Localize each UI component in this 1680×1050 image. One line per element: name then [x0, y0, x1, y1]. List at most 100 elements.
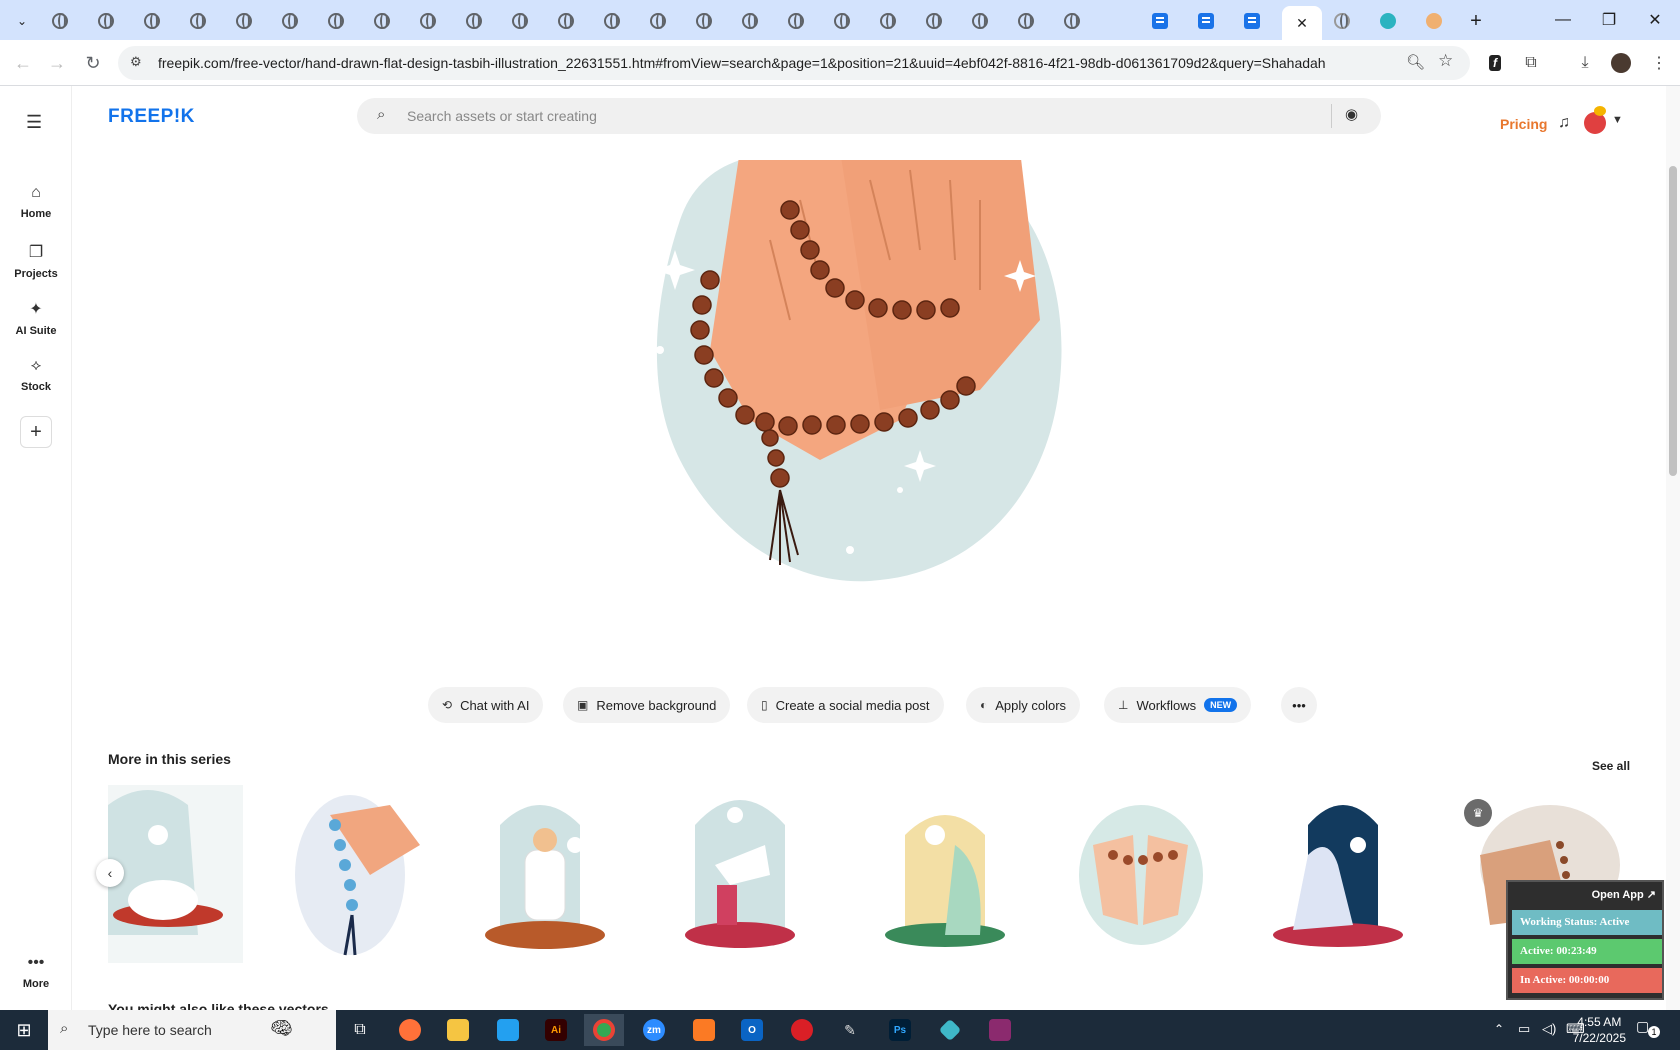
freepik-logo[interactable]: FREEP!K [108, 106, 195, 128]
forward-button[interactable]: → [42, 48, 72, 78]
winrar-icon[interactable] [980, 1014, 1020, 1046]
series-thumbnail[interactable] [1268, 785, 1403, 963]
start-button[interactable]: ⊞ [0, 1010, 48, 1050]
zoom-app-icon[interactable]: zm [634, 1014, 674, 1046]
carousel-prev-button[interactable]: ‹ [96, 859, 124, 887]
chat-with-ai-button[interactable]: ⟲ Chat with AI [428, 687, 544, 723]
tab[interactable] [176, 6, 220, 36]
tab[interactable] [1138, 6, 1182, 36]
file-explorer-icon[interactable] [438, 1014, 478, 1046]
firefox-icon[interactable] [390, 1014, 430, 1046]
outlook-icon[interactable]: O [732, 1014, 772, 1046]
search-input[interactable] [407, 98, 1307, 134]
download-icon[interactable]: ⤓ [1570, 48, 1600, 78]
bell-icon[interactable]: ♫ [1558, 114, 1570, 132]
tab[interactable] [682, 6, 726, 36]
xampp-icon[interactable] [684, 1014, 724, 1046]
scroll-thumb[interactable] [1669, 166, 1677, 476]
apply-colors-button[interactable]: ◐ Apply colors [966, 687, 1081, 723]
workflows-button[interactable]: ⊥ Workflows NEW [1104, 687, 1252, 723]
tab[interactable] [774, 6, 818, 36]
photoshop-icon[interactable]: Ps [880, 1014, 920, 1046]
sidebar-item-projects[interactable]: ❐ Projects [0, 242, 72, 280]
user-avatar[interactable] [1584, 106, 1606, 134]
browser-menu-icon[interactable]: ⋮ [1644, 48, 1674, 78]
sidebar-item-more[interactable]: ••• More [0, 954, 72, 990]
address-bar[interactable]: ⚙ freepik.com/free-vector/hand-drawn-fla… [118, 46, 1470, 80]
tab[interactable] [1004, 6, 1048, 36]
tab[interactable] [1050, 6, 1094, 36]
tab[interactable] [636, 6, 680, 36]
sidebar-item-ai-suite[interactable]: ✦ AI Suite [0, 299, 72, 337]
close-window-button[interactable]: ✕ [1632, 0, 1678, 40]
open-app-link[interactable]: Open App ↗ [1592, 888, 1656, 901]
tab[interactable] [38, 6, 82, 36]
tab[interactable] [590, 6, 634, 36]
series-thumbnail[interactable] [875, 785, 1010, 963]
maximize-button[interactable]: ❐ [1586, 0, 1632, 40]
tab[interactable] [406, 6, 450, 36]
tab[interactable] [728, 6, 772, 36]
tab[interactable] [268, 6, 312, 36]
remove-background-button[interactable]: ▣ Remove background [563, 687, 731, 723]
see-all-link[interactable]: See all [1592, 759, 1630, 773]
tab[interactable] [866, 6, 910, 36]
series-thumbnail[interactable] [675, 785, 810, 963]
series-thumbnail[interactable] [480, 785, 615, 963]
create-social-post-button[interactable]: ▯ Create a social media post [747, 687, 944, 723]
vscode-icon[interactable] [488, 1014, 528, 1046]
zoom-icon[interactable]: 🔍︎ [1406, 53, 1425, 71]
sidebar-item-stock[interactable]: ⟡ Stock [0, 357, 72, 393]
font-extension-icon[interactable]: f [1480, 48, 1510, 78]
notification-icon[interactable]: ▢ 1 [1636, 1018, 1660, 1040]
tab[interactable] [1184, 6, 1228, 36]
task-view-icon[interactable]: ⧉ [340, 1014, 380, 1046]
tab[interactable] [820, 6, 864, 36]
system-clock[interactable]: 4:55 AM 7/22/2025 [1573, 1014, 1626, 1046]
tab-active[interactable]: ✕ [1282, 6, 1322, 40]
taskbar-search[interactable]: ⌕ Type here to search 🧠︎ [48, 1010, 336, 1050]
reload-button[interactable]: ↻ [78, 48, 108, 78]
more-actions-button[interactable]: ••• [1281, 687, 1317, 723]
add-button[interactable]: + [20, 416, 52, 448]
url-text[interactable]: freepik.com/free-vector/hand-drawn-flat-… [158, 55, 1326, 71]
chevron-down-icon[interactable]: ▼ [1612, 114, 1623, 126]
illustrator-icon[interactable]: Ai [536, 1014, 576, 1046]
search-bar[interactable]: ⌕ ◉ [357, 98, 1381, 134]
tab[interactable] [912, 6, 956, 36]
chevron-up-icon[interactable]: ⌃ [1494, 1022, 1504, 1036]
extensions-puzzle-icon[interactable]: ⧉ [1516, 48, 1546, 78]
pricing-link[interactable]: Pricing [1500, 116, 1547, 132]
tab[interactable] [498, 6, 542, 36]
tab[interactable] [1412, 6, 1456, 36]
minimize-button[interactable]: — [1540, 0, 1586, 40]
bookmark-star-icon[interactable]: ☆ [1438, 51, 1453, 71]
site-info-icon[interactable]: ⚙ [130, 54, 142, 70]
creative-cloud-icon[interactable] [782, 1014, 822, 1046]
series-thumbnail[interactable] [108, 785, 243, 963]
page-scrollbar[interactable] [1666, 86, 1680, 1010]
tab[interactable] [222, 6, 266, 36]
pen-tool-icon[interactable]: ✎ [830, 1014, 870, 1046]
camera-icon[interactable]: ◉ [1345, 105, 1358, 123]
new-tab-button[interactable]: + [1454, 6, 1498, 36]
tab[interactable] [1230, 6, 1274, 36]
tab[interactable] [130, 6, 174, 36]
chrome-icon[interactable] [584, 1014, 624, 1046]
hamburger-menu-icon[interactable]: ☰ [26, 112, 42, 133]
tab[interactable] [452, 6, 496, 36]
series-thumbnail[interactable] [290, 785, 425, 963]
series-thumbnail[interactable] [1073, 785, 1208, 963]
tab[interactable] [544, 6, 588, 36]
profile-avatar[interactable] [1606, 48, 1636, 78]
app-icon[interactable] [930, 1014, 970, 1046]
sidebar-item-home[interactable]: ⌂ Home [0, 184, 72, 220]
tab[interactable] [84, 6, 128, 36]
network-icon[interactable]: ▭ [1518, 1021, 1530, 1037]
tab[interactable] [1366, 6, 1410, 36]
tab[interactable] [958, 6, 1002, 36]
tab[interactable] [314, 6, 358, 36]
tab[interactable] [1320, 6, 1364, 36]
back-button[interactable]: ← [8, 48, 38, 78]
volume-icon[interactable]: ◁) [1542, 1021, 1556, 1037]
